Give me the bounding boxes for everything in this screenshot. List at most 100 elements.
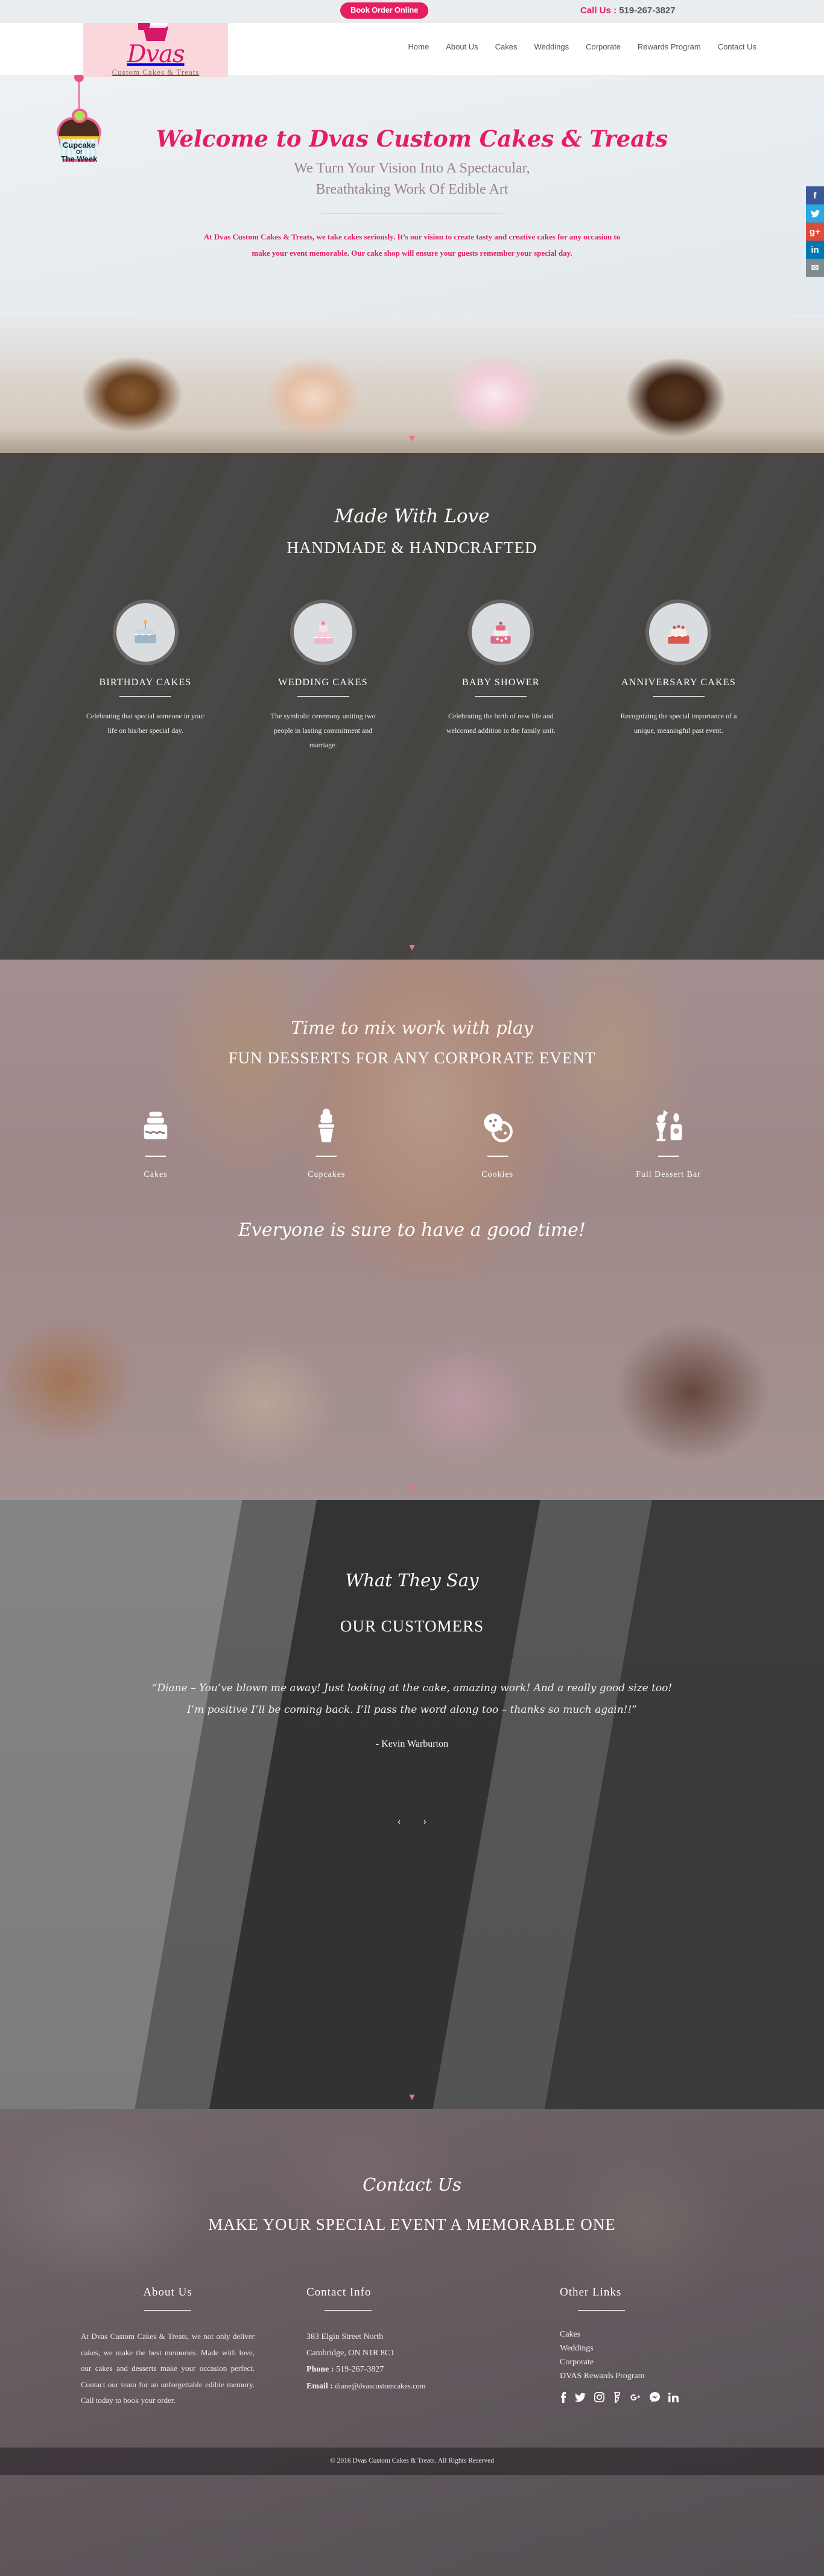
footer-contact-column: Contact Info 383 Elgin Street North Camb… [270,2286,512,2409]
badge-line-1: Cupcake [62,141,96,150]
call-us-phone[interactable]: 519-267-3827 [619,5,675,16]
quote-line-2: I’m positive I’ll be coming back. I’ll p… [186,1703,638,1716]
quote-line-1: “Diane – You’ve blown me away! Just look… [151,1682,673,1694]
scroll-down-arrow-icon[interactable]: ▼ [407,434,417,445]
footer-email-value[interactable]: diane@dvascustomcakes.com [335,2382,425,2390]
hero-subtitle-line-1: We Turn Your Vision Into A Spectacular, [294,160,530,176]
cupcake-of-the-week-badge[interactable]: Cupcake Of The Week [53,75,105,163]
nav-item-home[interactable]: Home [400,39,438,55]
footer-contact-info: 383 Elgin Street North Cambridge, ON N1R… [306,2329,496,2394]
call-us-label: Call Us : [580,5,617,16]
google-plus-icon[interactable]: g+ [806,223,824,241]
card-text: Celebrating that special someone in your… [86,712,205,735]
card-divider [119,696,171,697]
twitter-icon[interactable] [806,204,824,223]
email-icon[interactable]: ✉ [806,259,824,277]
messenger-icon[interactable] [650,2392,660,2403]
card-birthday-cakes[interactable]: BIRTHDAY CAKES Celebrating that special … [70,603,221,752]
dessert-cookies[interactable]: Cookies [425,1104,570,1180]
handmade-script-title: Made With Love [334,505,490,527]
dessert-label: Cupcakes [308,1169,346,1179]
footer-link-cakes[interactable]: Cakes [560,2330,580,2339]
footer-link-dvas-rewards-program[interactable]: DVAS Rewards Program [560,2372,645,2381]
facebook-icon[interactable] [560,2391,566,2403]
scroll-down-arrow-icon[interactable]: ▼ [407,943,417,954]
hero-section: Cupcake Of The Week f g+ in ✉ Welcome to… [0,75,824,453]
hero-title: Welcome to Dvas Custom Cakes & Treats [156,125,668,152]
cookies-icon [425,1104,570,1144]
card-title: ANNIVERSARY CAKES [621,677,736,688]
list-item: Corporate [560,2356,737,2367]
dessert-cakes[interactable]: Cakes [83,1104,228,1180]
footer-phone-label: Phone : [306,2365,334,2375]
hero-paragraph: At Dvas Custom Cakes & Treats, we take c… [203,232,621,258]
card-title: BABY SHOWER [462,677,540,688]
nav-item-corporate[interactable]: Corporate [577,39,629,55]
footer-address-line-2: Cambridge, ON N1R 8C1 [306,2349,395,2358]
nav-item-rewards-program[interactable]: Rewards Program [629,39,709,55]
tiered-cake-icon [83,1104,228,1144]
card-divider [652,696,705,697]
dessert-type-row: Cakes Cupcakes Cookies Full Dessert Bar [59,1104,765,1180]
carousel-prev-icon[interactable]: ‹ [398,1815,401,1828]
card-wedding-cakes[interactable]: WEDDING CAKES The symbolic ceremony unit… [248,603,399,752]
dessert-divider [145,1155,166,1157]
badge-cupcake-icon: Cupcake Of The Week [54,109,104,163]
footer-email-row: Email : diane@dvascustomcakes.com [306,2378,496,2394]
hero-subtitle-line-2: Breathtaking Work Of Edible Art [315,181,509,197]
scroll-down-arrow-icon[interactable]: ▼ [407,1483,417,1494]
footer-contact-heading: Contact Info [306,2285,372,2299]
card-baby-shower[interactable]: BABY SHOWER Celebrating the birth of new… [425,603,576,752]
corporate-script-title: Time to mix work with play [291,1017,533,1038]
nav-item-weddings[interactable]: Weddings [526,39,578,55]
linkedin-icon[interactable] [668,2392,679,2402]
footer-links-column: Other Links Cakes Weddings Corporate DVA… [512,2286,753,2409]
anniversary-cake-icon [649,603,708,662]
footer-link-weddings[interactable]: Weddings [560,2344,594,2353]
footer-columns: About Us At Dvas Custom Cakes & Treats, … [59,2286,765,2409]
linkedin-icon[interactable]: in [806,241,824,259]
list-item: Cakes [560,2329,737,2340]
dessert-label: Cookies [481,1169,514,1179]
scroll-down-arrow-icon[interactable]: ▼ [407,2092,417,2103]
book-order-online-button[interactable]: Book Order Online [340,2,429,19]
google-plus-icon[interactable] [630,2393,641,2402]
card-divider [475,696,527,697]
facebook-icon[interactable]: f [806,186,824,204]
card-title: BIRTHDAY CAKES [99,677,192,688]
site-header: Dvas Custom Cakes & Treats Home About Us… [0,6,824,77]
cake-category-cards: BIRTHDAY CAKES Celebrating that special … [59,603,765,752]
nav-item-cakes[interactable]: Cakes [487,39,526,55]
card-anniversary-cakes[interactable]: ANNIVERSARY CAKES Recognizing the specia… [603,603,754,752]
dessert-cupcakes[interactable]: Cupcakes [254,1104,399,1180]
testimonial-script-title: What They Say [345,1570,479,1590]
testimonial-quote: “Diane – You’ve blown me away! Just look… [107,1678,717,1721]
nav-item-contact-us[interactable]: Contact Us [709,39,765,55]
twitter-icon[interactable] [575,2393,586,2402]
corporate-section: Time to mix work with play FUN DESSERTS … [0,960,824,1500]
badge-knob-icon [74,75,84,82]
logo-name: Dvas [127,40,185,68]
dessert-full-dessert-bar[interactable]: Full Dessert Bar [596,1104,741,1180]
footer-heading-divider [144,2309,191,2311]
footer-address-line-1: 383 Elgin Street North [306,2332,384,2341]
footer-heading-divider [578,2309,625,2311]
handmade-block-title: HANDMADE & HANDCRAFTED [287,539,537,557]
dessert-label: Cakes [144,1169,168,1179]
footer-link-list: Cakes Weddings Corporate DVAS Rewards Pr… [560,2329,737,2381]
testimonial-carousel-nav: ‹ › [59,1815,765,1828]
footer-phone-value[interactable]: 519-267-3827 [336,2365,384,2374]
handmade-section: Made With Love HANDMADE & HANDCRAFTED BI… [0,453,824,960]
card-divider [297,696,349,697]
footer-about-heading: About Us [143,2285,192,2299]
carousel-next-icon[interactable]: › [423,1815,426,1828]
footer-social-row [560,2391,737,2403]
testimonial-block-title: OUR CUSTOMERS [340,1616,484,1635]
testimonial-author: - Kevin Warburton [375,1739,449,1750]
foursquare-icon[interactable] [613,2392,621,2403]
nav-item-about-us[interactable]: About Us [437,39,486,55]
hero-subtitle: We Turn Your Vision Into A Spectacular, … [59,158,765,200]
footer-link-corporate[interactable]: Corporate [560,2358,594,2367]
footer-script-title: Contact Us [363,2174,461,2195]
instagram-icon[interactable] [594,2392,604,2403]
